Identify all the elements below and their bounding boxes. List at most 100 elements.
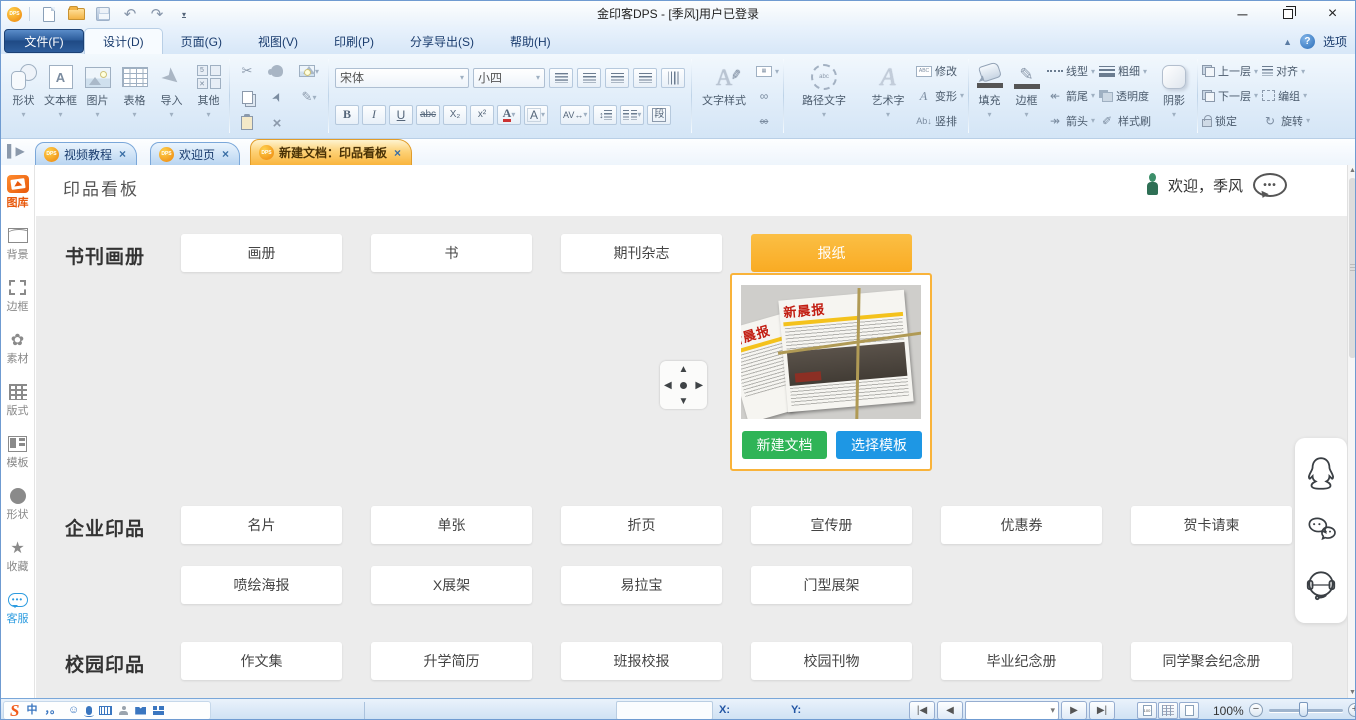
- image-text-frame-button[interactable]: ▦▾: [756, 60, 779, 82]
- zoom-in-button[interactable]: +: [1348, 703, 1356, 717]
- qq-icon[interactable]: [1303, 455, 1339, 496]
- product-reunion-album-button[interactable]: 同学聚会纪念册: [1131, 642, 1292, 680]
- redo-button[interactable]: ↷: [145, 4, 169, 24]
- italic-button[interactable]: I: [362, 105, 386, 125]
- style-brush-button[interactable]: ✐样式刷: [1099, 110, 1151, 132]
- cut-button[interactable]: ✂: [232, 58, 262, 84]
- product-book-button[interactable]: 书: [371, 234, 532, 272]
- arrow-tail-button[interactable]: ↞箭尾▾: [1047, 85, 1095, 107]
- minimize-button[interactable]: ─: [1220, 1, 1265, 27]
- lock-button[interactable]: 锁定: [1202, 110, 1258, 132]
- voice-input-icon[interactable]: [86, 706, 92, 715]
- product-folded-leaflet-button[interactable]: 折页: [561, 506, 722, 544]
- help-icon[interactable]: ?: [1300, 34, 1315, 49]
- product-album-button[interactable]: 画册: [181, 234, 342, 272]
- strikethrough-button[interactable]: abc: [416, 105, 440, 125]
- menu-tab-page[interactable]: 页面(G): [163, 28, 240, 54]
- zoom-out-button[interactable]: −: [1249, 703, 1263, 717]
- product-graduation-album-button[interactable]: 毕业纪念册: [941, 642, 1102, 680]
- product-poster-button[interactable]: 喷绘海报: [181, 566, 342, 604]
- rotate-button[interactable]: ↻旋转▾: [1262, 110, 1310, 132]
- vertical-art-button[interactable]: Ab↓竖排: [916, 110, 964, 132]
- select-tool-button[interactable]: ➤: [262, 84, 292, 110]
- bring-forward-button[interactable]: 上一层▾: [1202, 60, 1258, 82]
- product-newspaper-button-active[interactable]: 报纸: [751, 234, 912, 272]
- sidebar-item-border[interactable]: 边框: [1, 269, 34, 321]
- product-business-card-button[interactable]: 名片: [181, 506, 342, 544]
- sidebar-item-material[interactable]: ✿ 素材: [1, 321, 34, 373]
- line-style-button[interactable]: 线型▾: [1047, 60, 1095, 82]
- product-magazine-button[interactable]: 期刊杂志: [561, 234, 722, 272]
- insert-picture-button[interactable]: 图片▾: [79, 56, 116, 136]
- menu-tab-print[interactable]: 印刷(P): [316, 28, 392, 54]
- underline-button[interactable]: U: [389, 105, 413, 125]
- hand-tool-button[interactable]: [262, 58, 292, 84]
- toolbox-icon[interactable]: [153, 706, 164, 715]
- menu-tab-view[interactable]: 视图(V): [240, 28, 316, 54]
- product-class-paper-button[interactable]: 班报校报: [561, 642, 722, 680]
- draw-edit-button[interactable]: ✎▾: [292, 84, 326, 110]
- fill-button[interactable]: 填充▾: [971, 56, 1008, 136]
- sidebar-item-layout[interactable]: 版式: [1, 373, 34, 425]
- arrow-head-button[interactable]: ↠箭头▾: [1047, 110, 1095, 132]
- doc-tab-new-document[interactable]: DPS 新建文档：印品看板 ×: [250, 139, 412, 165]
- product-roll-up-banner-button[interactable]: 易拉宝: [561, 566, 722, 604]
- product-campus-journal-button[interactable]: 校园刊物: [751, 642, 912, 680]
- insert-shape-button[interactable]: 形状▾: [5, 56, 42, 136]
- close-tab-icon[interactable]: ×: [119, 147, 126, 161]
- menu-tab-help[interactable]: 帮助(H): [492, 28, 569, 54]
- line-spacing-button[interactable]: ↕: [593, 105, 617, 125]
- font-size-select[interactable]: 小四▾: [473, 68, 545, 88]
- collapse-ribbon-icon[interactable]: ▲: [1283, 37, 1292, 47]
- insert-table-button[interactable]: 表格▾: [116, 56, 153, 136]
- service-headset-icon[interactable]: [1303, 567, 1339, 606]
- align-objects-button[interactable]: 对齐▾: [1262, 60, 1310, 82]
- send-backward-button[interactable]: 下一层▾: [1202, 85, 1258, 107]
- sidebar-item-shape[interactable]: 形状: [1, 477, 34, 529]
- product-x-banner-button[interactable]: X展架: [371, 566, 532, 604]
- keyboard-icon[interactable]: [99, 706, 112, 715]
- product-door-stand-button[interactable]: 门型展架: [751, 566, 912, 604]
- options-button[interactable]: 选项: [1323, 33, 1347, 50]
- modify-art-button[interactable]: ABC修改: [916, 60, 964, 82]
- align-center-button[interactable]: [577, 68, 601, 88]
- line-weight-button[interactable]: 粗细▾: [1099, 60, 1151, 82]
- zoom-slider-thumb[interactable]: [1299, 702, 1308, 717]
- choose-template-action-button[interactable]: 选择模板: [836, 431, 922, 459]
- doc-tab-video-tutorial[interactable]: DPS 视频教程 ×: [35, 142, 137, 165]
- image-edit-button[interactable]: ▾: [292, 58, 326, 84]
- menu-tab-share-export[interactable]: 分享导出(S): [392, 28, 492, 54]
- align-right-button[interactable]: [605, 68, 629, 88]
- feedback-bubble-icon[interactable]: •••: [1253, 173, 1287, 197]
- chinese-mode-icon[interactable]: 中: [26, 705, 37, 716]
- vertical-scrollbar[interactable]: ▲ ▼: [1347, 165, 1356, 698]
- account-icon[interactable]: [119, 706, 128, 715]
- quick-access-customize-button[interactable]: ▾: [172, 4, 196, 24]
- link-textboxes-button[interactable]: ∞: [756, 85, 779, 107]
- group-button[interactable]: 编组▾: [1262, 85, 1310, 107]
- delete-button[interactable]: ×: [262, 110, 292, 136]
- undo-button[interactable]: ↶: [118, 4, 142, 24]
- skin-icon[interactable]: [135, 707, 146, 715]
- art-text-button[interactable]: A 艺术字▾: [862, 56, 914, 136]
- subscript-button[interactable]: X₂: [443, 105, 467, 125]
- superscript-button[interactable]: x²: [470, 105, 494, 125]
- close-button[interactable]: ×: [1310, 1, 1355, 27]
- insert-other-button[interactable]: 5✕ 其他▾: [190, 56, 227, 136]
- page-select-dropdown[interactable]: [965, 701, 1059, 720]
- wechat-icon[interactable]: [1303, 514, 1339, 549]
- font-color-button[interactable]: A▾: [497, 105, 521, 125]
- product-essay-collection-button[interactable]: 作文集: [181, 642, 342, 680]
- char-spacing-button[interactable]: AV↔▾: [560, 105, 590, 125]
- open-button[interactable]: [64, 4, 88, 24]
- actual-size-view-button[interactable]: 100: [1137, 702, 1157, 719]
- columns-button[interactable]: ▾: [620, 105, 644, 125]
- new-document-button[interactable]: [37, 4, 61, 24]
- close-tab-icon[interactable]: ×: [394, 146, 401, 160]
- bold-button[interactable]: B: [335, 105, 359, 125]
- product-brochure-button[interactable]: 宣传册: [751, 506, 912, 544]
- product-flyer-button[interactable]: 单张: [371, 506, 532, 544]
- align-left-button[interactable]: [549, 68, 573, 88]
- path-text-button[interactable]: abc 路径文字▾: [786, 56, 862, 136]
- product-resume-button[interactable]: 升学简历: [371, 642, 532, 680]
